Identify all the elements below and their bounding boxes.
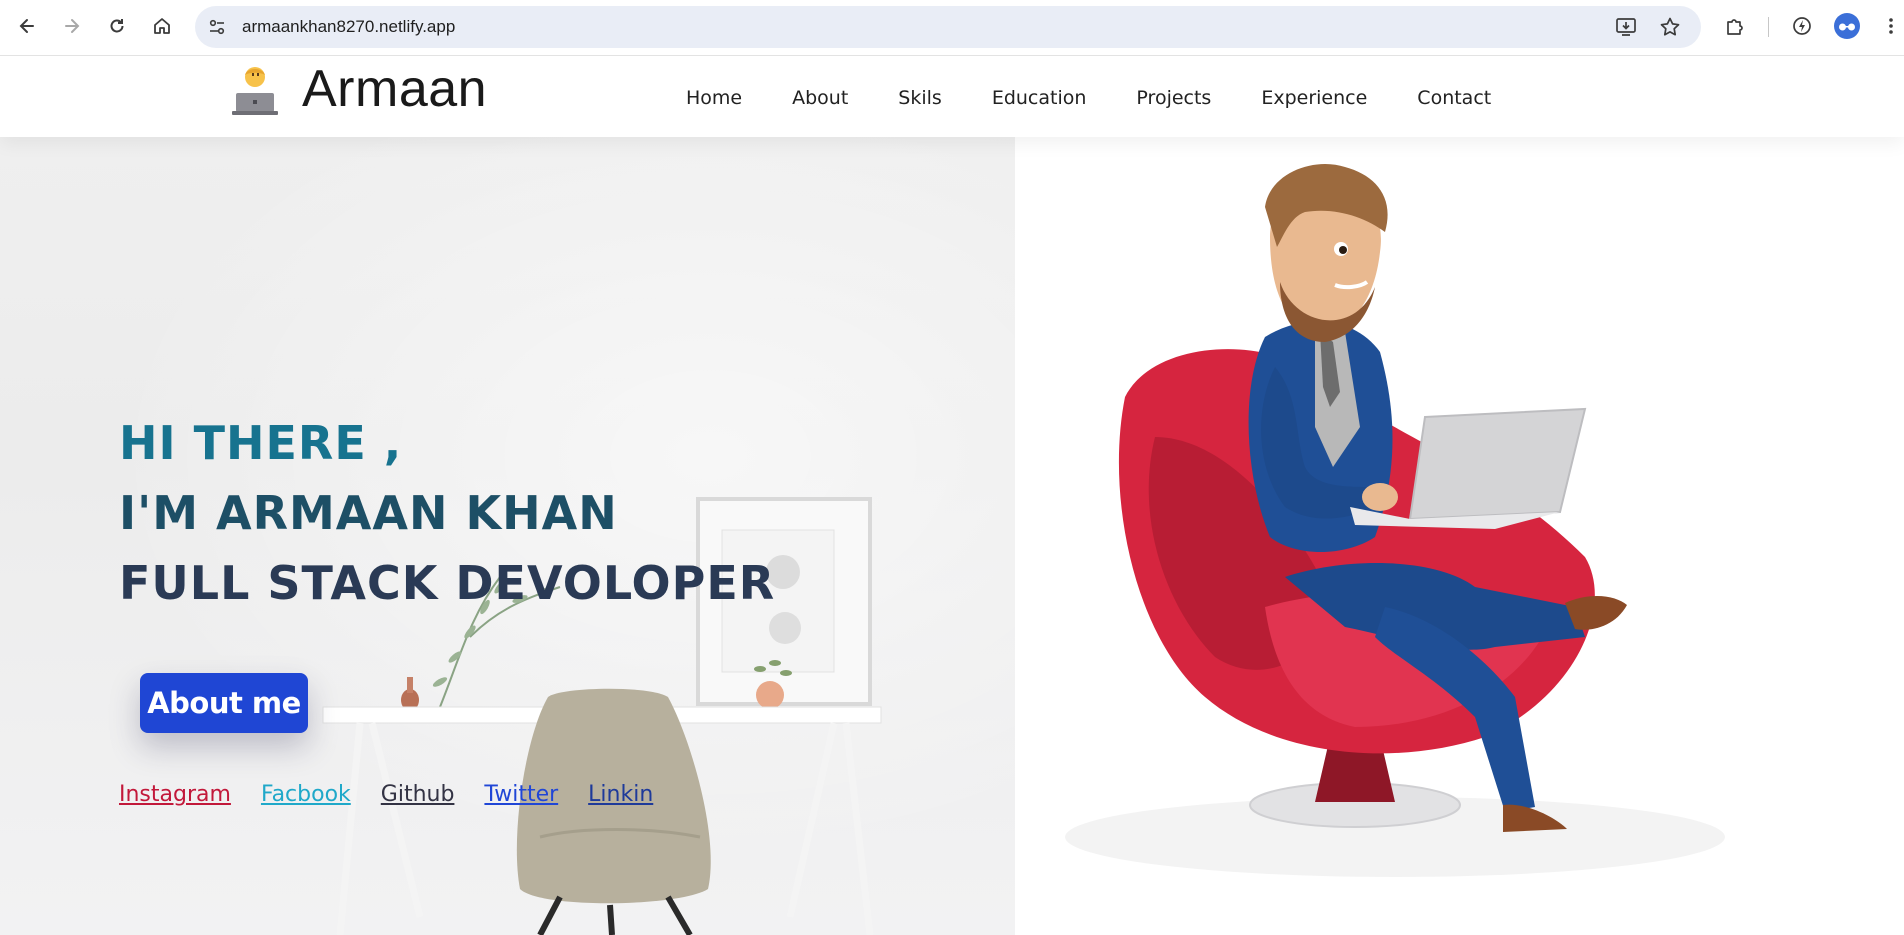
site-header: Armaan Home About Skils Education Projec… (0, 57, 1904, 137)
developer-emoji-icon (232, 67, 278, 115)
main-nav: Home About Skils Education Projects Expe… (686, 87, 1541, 109)
nav-skills[interactable]: Skils (898, 87, 942, 109)
home-icon (154, 18, 170, 34)
instagram-link[interactable]: Instagram (119, 782, 231, 807)
lightning-icon (1793, 17, 1811, 35)
twitter-link[interactable]: Twitter (484, 782, 558, 807)
site-info-button[interactable] (200, 10, 234, 44)
nav-home[interactable]: Home (686, 87, 742, 109)
social-links: Instagram Facbook Github Twitter Linkin (119, 782, 683, 807)
nav-education[interactable]: Education (992, 87, 1087, 109)
menu-button[interactable] (1876, 11, 1904, 41)
nav-contact[interactable]: Contact (1417, 87, 1491, 109)
url-text[interactable]: armaankhan8270.netlify.app (242, 17, 455, 37)
brand-name: Armaan (302, 60, 488, 118)
performance-button[interactable] (1787, 11, 1817, 41)
hero-role: FULL STACK DEVOLOPER (119, 556, 776, 610)
reload-icon (110, 19, 124, 33)
reload-button[interactable] (102, 11, 132, 41)
hero-name: I'M ARMAAN KHAN (119, 486, 618, 540)
profile-avatar[interactable] (1834, 13, 1860, 39)
back-button[interactable] (12, 11, 42, 41)
hero-section: HI THERE , I'M ARMAAN KHAN FULL STACK DE… (0, 137, 1015, 935)
hero-greeting: HI THERE , (119, 416, 403, 470)
character-illustration (1065, 163, 1725, 877)
tune-icon (209, 19, 225, 35)
nav-about[interactable]: About (792, 87, 848, 109)
about-me-button[interactable]: About me (140, 673, 308, 733)
browser-toolbar: armaankhan8270.netlify.app (0, 0, 1904, 56)
bookmark-star-icon[interactable] (1657, 14, 1683, 40)
extensions-button[interactable] (1720, 11, 1750, 41)
arrow-left-icon (19, 19, 34, 33)
facebook-link[interactable]: Facbook (261, 782, 351, 807)
nav-projects[interactable]: Projects (1136, 87, 1211, 109)
more-vert-icon (1889, 18, 1893, 34)
brand[interactable]: Armaan (228, 59, 487, 119)
toolbar-divider (1768, 17, 1769, 37)
github-link[interactable]: Github (381, 782, 455, 807)
home-button[interactable] (147, 11, 177, 41)
web-page: Armaan Home About Skils Education Projec… (0, 57, 1904, 935)
incognito-glasses-icon (1839, 23, 1855, 31)
forward-button[interactable] (57, 11, 87, 41)
nav-experience[interactable]: Experience (1261, 87, 1367, 109)
install-app-icon[interactable] (1613, 14, 1639, 40)
arrow-right-icon (65, 19, 80, 33)
address-bar[interactable]: armaankhan8270.netlify.app (195, 6, 1701, 48)
linkedin-link[interactable]: Linkin (588, 782, 653, 807)
puzzle-icon (1727, 19, 1743, 35)
